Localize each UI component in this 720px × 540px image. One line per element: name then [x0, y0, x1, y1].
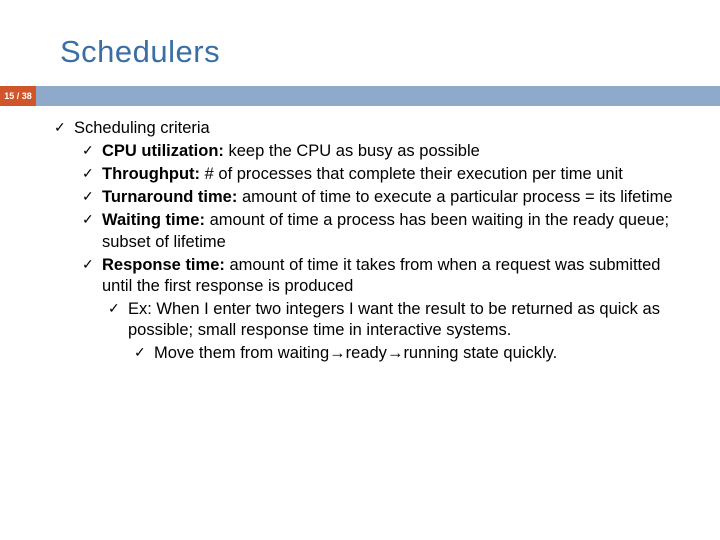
list-item: ✓ Scheduling criteria — [50, 118, 690, 139]
example-text: Ex: When I enter two integers I want the… — [128, 300, 660, 339]
page-number-badge: 15 / 38 — [0, 86, 36, 106]
term: CPU utilization: — [102, 142, 229, 160]
desc: amount of time to execute a particular p… — [242, 188, 673, 206]
slide-title: Schedulers — [60, 34, 220, 70]
term: Response time: — [102, 256, 229, 274]
list-item: ✓ Move them from waiting→ready→running s… — [50, 343, 690, 364]
list-item: ✓ Turnaround time: amount of time to exe… — [50, 187, 690, 208]
check-icon: ✓ — [82, 256, 94, 274]
list-item: ✓ CPU utilization: keep the CPU as busy … — [50, 141, 690, 162]
term: Turnaround time: — [102, 188, 242, 206]
sub-text-pre: Move them from waiting — [154, 344, 329, 362]
check-icon: ✓ — [82, 211, 94, 229]
check-icon: ✓ — [108, 300, 120, 318]
list-item: ✓ Throughput: # of processes that comple… — [50, 164, 690, 185]
check-icon: ✓ — [54, 119, 66, 137]
arrow-right-icon: → — [329, 344, 346, 362]
list-item: ✓ Response time: amount of time it takes… — [50, 255, 690, 297]
content-area: ✓ Scheduling criteria ✓ CPU utilization:… — [50, 118, 690, 364]
arrow-right-icon: → — [387, 344, 404, 362]
desc: # of processes that complete their execu… — [205, 165, 623, 183]
list-item: ✓ Ex: When I enter two integers I want t… — [50, 299, 690, 341]
slide: Schedulers 15 / 38 ✓ Scheduling criteria… — [0, 0, 720, 540]
check-icon: ✓ — [82, 188, 94, 206]
sub-text-mid: ready — [346, 344, 387, 362]
header-bar — [0, 86, 720, 106]
check-icon: ✓ — [82, 165, 94, 183]
list-item: ✓ Waiting time: amount of time a process… — [50, 210, 690, 252]
term: Throughput: — [102, 165, 205, 183]
desc: keep the CPU as busy as possible — [229, 142, 480, 160]
sub-text-post: running state quickly. — [403, 344, 557, 362]
heading-text: Scheduling criteria — [74, 119, 210, 137]
term: Waiting time: — [102, 211, 210, 229]
check-icon: ✓ — [134, 344, 146, 362]
check-icon: ✓ — [82, 142, 94, 160]
